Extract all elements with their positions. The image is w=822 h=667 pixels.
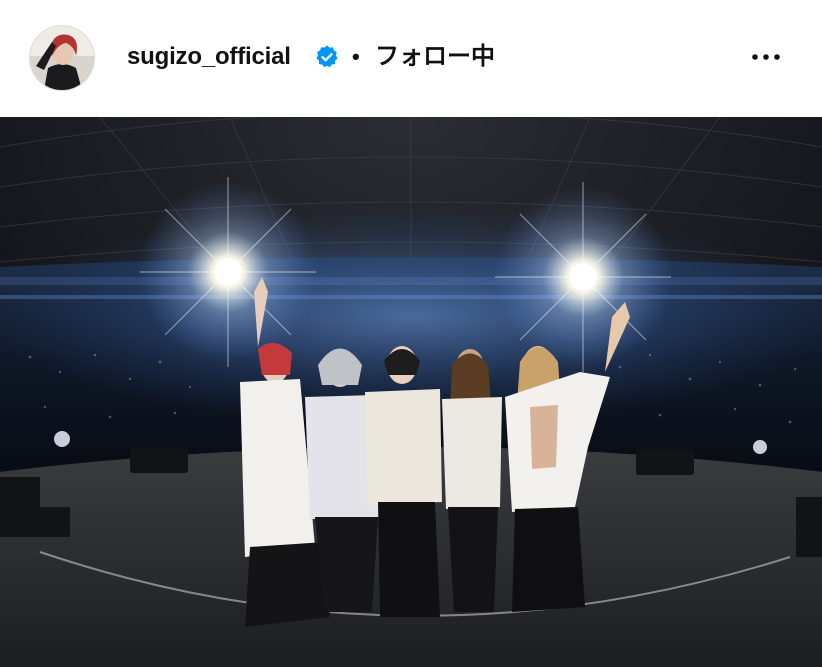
avatar[interactable] [30, 26, 94, 90]
username[interactable]: sugizo_official [127, 42, 291, 72]
avatar-photo [30, 26, 94, 90]
post-photo[interactable] [0, 117, 822, 667]
verified-badge-icon [314, 44, 340, 70]
post-header: sugizo_official • フォロー中 [0, 0, 822, 117]
separator-dot: • [352, 44, 360, 69]
more-options-button[interactable] [746, 44, 786, 70]
concert-stage-photo [0, 117, 822, 667]
more-horizontal-icon [752, 54, 780, 60]
following-button[interactable]: フォロー中 [375, 42, 495, 72]
